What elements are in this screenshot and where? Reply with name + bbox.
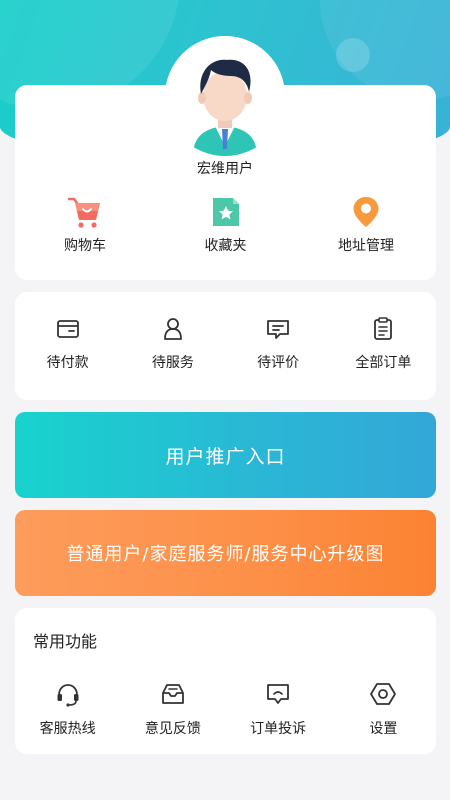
order-all[interactable]: 全部订单	[331, 316, 436, 372]
quick-link-cart[interactable]: 购物车	[15, 195, 155, 255]
common-functions-card: 常用功能 客服热线 意见反馈 订单投诉 设置	[15, 608, 436, 754]
function-label: 意见反馈	[144, 721, 201, 737]
order-label: 待服务	[151, 355, 194, 371]
order-label: 待付款	[46, 355, 89, 371]
upgrade-banner[interactable]: 普通用户/家庭服务师/服务中心升级图	[15, 510, 436, 596]
quick-link-label: 收藏夹	[204, 238, 247, 254]
complaint-icon	[267, 684, 290, 704]
section-title: 常用功能	[33, 632, 98, 651]
quick-link-address[interactable]: 地址管理	[296, 195, 436, 255]
function-label: 设置	[369, 721, 398, 737]
function-label: 客服热线	[39, 721, 96, 737]
favorites-icon	[212, 198, 239, 226]
promo-banner[interactable]: 用户推广入口	[15, 412, 436, 498]
quick-link-label: 地址管理	[338, 238, 394, 254]
function-settings[interactable]: 设置	[331, 680, 436, 738]
username: 宏维用户	[197, 161, 253, 177]
functions-row: 客服热线 意见反馈 订单投诉 设置	[15, 680, 436, 738]
order-label: 全部订单	[355, 355, 412, 371]
feedback-inbox-icon	[161, 684, 184, 704]
location-pin-icon	[353, 197, 379, 227]
function-hotline[interactable]: 客服热线	[15, 680, 120, 738]
clipboard-icon	[374, 317, 393, 340]
order-pending-payment[interactable]: 待付款	[15, 316, 120, 372]
upgrade-banner-text: 普通用户/家庭服务师/服务中心升级图	[66, 544, 385, 565]
orders-row: 待付款 待服务 待评价 全部订单	[15, 316, 436, 372]
order-label: 待评价	[257, 355, 300, 371]
quick-link-label: 购物车	[64, 238, 106, 254]
settings-hex-icon	[370, 683, 397, 705]
promo-banner-text: 用户推广入口	[165, 445, 286, 468]
person-icon	[163, 318, 182, 340]
comment-icon	[267, 320, 290, 339]
quick-link-favorites[interactable]: 收藏夹	[156, 195, 296, 255]
shopping-cart-icon	[67, 197, 100, 228]
wallet-icon	[56, 320, 79, 338]
orders-card: 待付款 待服务 待评价 全部订单	[15, 292, 436, 400]
headset-icon	[57, 684, 79, 707]
function-label: 订单投诉	[250, 721, 307, 737]
function-complaint[interactable]: 订单投诉	[226, 680, 331, 738]
order-pending-service[interactable]: 待服务	[120, 316, 225, 372]
order-pending-review[interactable]: 待评价	[226, 316, 331, 372]
avatar[interactable]	[165, 36, 285, 156]
avatar-image	[165, 36, 285, 156]
function-feedback[interactable]: 意见反馈	[120, 680, 225, 738]
quick-links-row: 购物车 收藏夹 地址管理	[15, 195, 436, 255]
